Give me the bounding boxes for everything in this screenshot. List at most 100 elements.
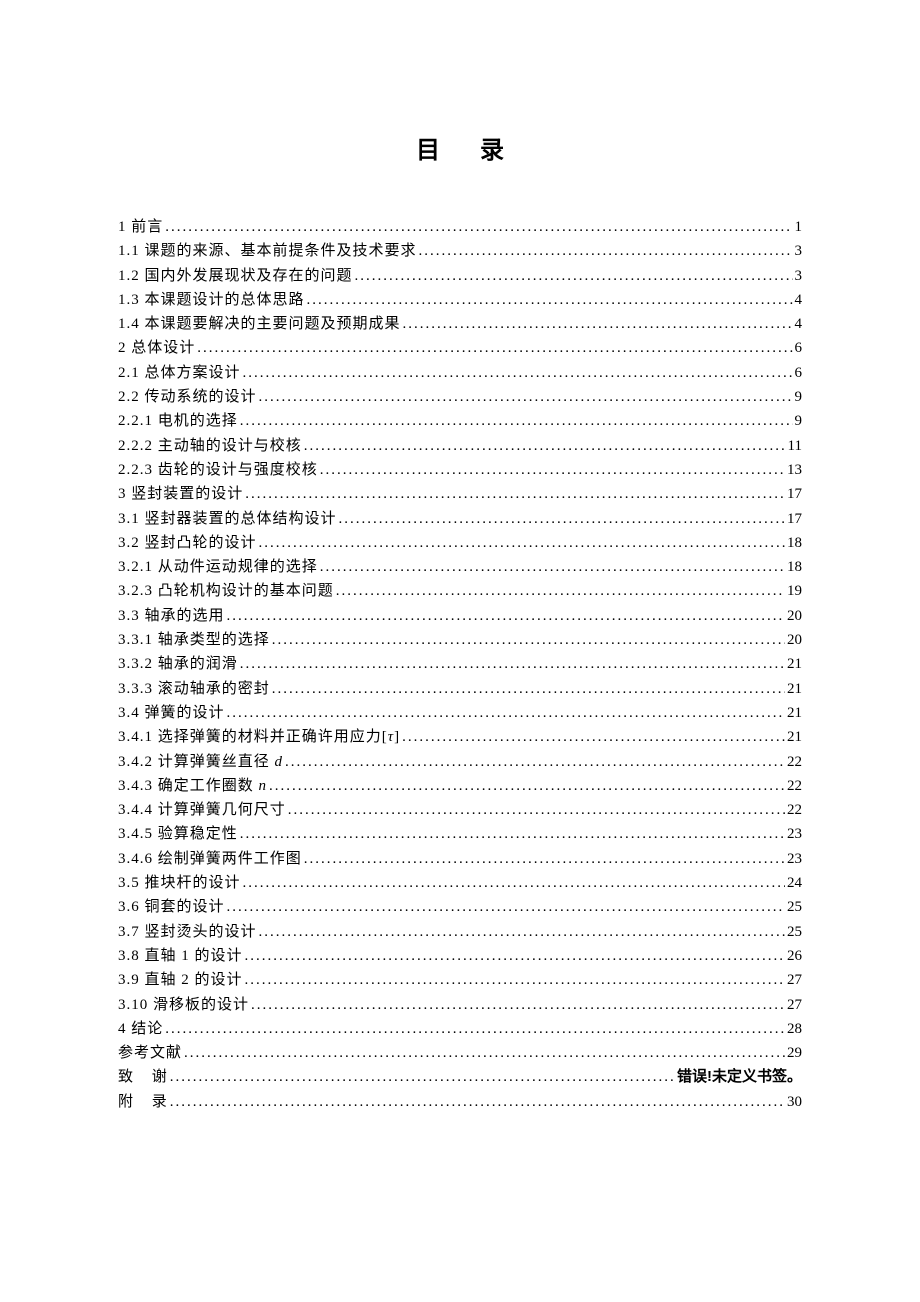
toc-leader-dots [197, 336, 792, 360]
toc-page-number: 22 [787, 798, 802, 822]
toc-leader-dots [355, 264, 793, 288]
toc-page-number: 27 [787, 968, 802, 992]
toc-entry-label: 3.5 推块杆的设计 [118, 871, 241, 895]
toc-entry: 2.2.3 齿轮的设计与强度校核13 [118, 458, 802, 482]
toc-entry-label: 3.3.1 轴承类型的选择 [118, 628, 270, 652]
toc-entry-label: 3.6 铜套的设计 [118, 895, 225, 919]
toc-page-number: 27 [787, 993, 802, 1017]
toc-leader-dots [245, 944, 785, 968]
toc-entry-label: 3.4 弹簧的设计 [118, 701, 225, 725]
toc-entry-label: 1.4 本课题要解决的主要问题及预期成果 [118, 312, 401, 336]
toc-leader-dots [285, 750, 785, 774]
toc-page-number: 20 [787, 604, 802, 628]
toc-entry-label: 3.3 轴承的选用 [118, 604, 225, 628]
toc-leader-dots [240, 652, 785, 676]
toc-page-number: 25 [787, 895, 802, 919]
toc-page-number: 21 [787, 677, 802, 701]
toc-entry-label: 3.4.6 绘制弹簧两件工作图 [118, 847, 302, 871]
toc-leader-dots [304, 434, 786, 458]
toc-leader-dots [227, 895, 785, 919]
toc-entry-label: 3.2.1 从动件运动规律的选择 [118, 555, 318, 579]
toc-page-number: 24 [787, 871, 802, 895]
toc-page-number: 28 [787, 1017, 802, 1041]
toc-page-number: 26 [787, 944, 802, 968]
toc-entry-label: 3.3.3 滚动轴承的密封 [118, 677, 270, 701]
toc-leader-dots [259, 531, 785, 555]
toc-entry: 3.4.6 绘制弹簧两件工作图23 [118, 847, 802, 871]
toc-leader-dots [227, 701, 785, 725]
table-of-contents: 1 前言11.1 课题的来源、基本前提条件及技术要求31.2 国内外发展现状及存… [118, 215, 802, 1114]
toc-leader-dots [419, 239, 793, 263]
toc-leader-dots [243, 871, 785, 895]
toc-leader-dots [240, 822, 785, 846]
toc-entry: 致 谢错误!未定义书签。 [118, 1065, 802, 1089]
toc-entry: 3.3.3 滚动轴承的密封 21 [118, 677, 802, 701]
toc-entry-label: 2.2.1 电机的选择 [118, 409, 238, 433]
toc-entry-label: 3.1 竖封器装置的总体结构设计 [118, 507, 337, 531]
toc-entry: 2.2 传动系统的设计 9 [118, 385, 802, 409]
toc-entry: 2.1 总体方案设计6 [118, 361, 802, 385]
toc-leader-dots [320, 458, 785, 482]
toc-leader-dots [272, 628, 785, 652]
toc-entry: 3.4.2 计算弹簧丝直径 d22 [118, 750, 802, 774]
toc-entry: 3.2.3 凸轮机构设计的基本问题 19 [118, 579, 802, 603]
toc-entry-label: 3.10 滑移板的设计 [118, 993, 249, 1017]
toc-leader-dots [320, 555, 785, 579]
toc-leader-dots [304, 847, 785, 871]
toc-entry-label: 致 谢 [118, 1065, 168, 1089]
toc-entry: 3.2.1 从动件运动规律的选择 18 [118, 555, 802, 579]
toc-leader-dots [269, 774, 785, 798]
toc-page-number: 6 [795, 361, 803, 385]
toc-entry-label: 3.2.3 凸轮机构设计的基本问题 [118, 579, 334, 603]
toc-entry: 3.4.3 确定工作圈数 n22 [118, 774, 802, 798]
toc-page-number: 11 [788, 434, 802, 458]
toc-leader-dots [240, 409, 793, 433]
toc-entry: 3.3 轴承的选用 20 [118, 604, 802, 628]
toc-entry-label: 参考文献 [118, 1041, 182, 1065]
toc-page-number: 19 [787, 579, 802, 603]
toc-entry: 4 结论28 [118, 1017, 802, 1041]
toc-entry: 3.3.1 轴承类型的选择20 [118, 628, 802, 652]
toc-page-number: 4 [795, 288, 803, 312]
toc-entry: 3.8 直轴 1 的设计 26 [118, 944, 802, 968]
toc-entry-label: 2.2.2 主动轴的设计与校核 [118, 434, 302, 458]
toc-page-number: 21 [787, 725, 802, 749]
toc-page-number: 9 [795, 385, 803, 409]
toc-page-number: 17 [787, 482, 802, 506]
toc-page-number: 22 [787, 750, 802, 774]
toc-page-number: 4 [795, 312, 803, 336]
toc-entry: 2.2.2 主动轴的设计与校核 11 [118, 434, 802, 458]
toc-page-number: 18 [787, 555, 802, 579]
toc-entry-label: 3 竖封装置的设计 [118, 482, 243, 506]
toc-leader-dots [259, 385, 793, 409]
toc-page-number: 18 [787, 531, 802, 555]
toc-leader-dots [339, 507, 785, 531]
toc-entry-label: 1 前言 [118, 215, 163, 239]
toc-entry: 3.4.5 验算稳定性23 [118, 822, 802, 846]
toc-leader-dots [245, 482, 785, 506]
toc-entry-label: 2.2 传动系统的设计 [118, 385, 257, 409]
toc-leader-dots [165, 215, 792, 239]
toc-leader-dots [170, 1065, 675, 1089]
toc-page-number: 13 [787, 458, 802, 482]
toc-entry-label: 3.3.2 轴承的润滑 [118, 652, 238, 676]
toc-leader-dots [170, 1090, 785, 1114]
toc-entry: 1.4 本课题要解决的主要问题及预期成果 4 [118, 312, 802, 336]
toc-entry-label: 3.7 竖封烫头的设计 [118, 920, 257, 944]
toc-title: 目录 [118, 130, 802, 165]
toc-entry: 2.2.1 电机的选择 9 [118, 409, 802, 433]
toc-entry-label: 3.8 直轴 1 的设计 [118, 944, 243, 968]
toc-leader-dots [184, 1041, 785, 1065]
toc-entry: 3.1 竖封器装置的总体结构设计17 [118, 507, 802, 531]
toc-entry-label: 3.9 直轴 2 的设计 [118, 968, 243, 992]
toc-entry-label: 3.2 竖封凸轮的设计 [118, 531, 257, 555]
toc-page-number: 29 [787, 1041, 802, 1065]
toc-entry: 1.1 课题的来源、基本前提条件及技术要求3 [118, 239, 802, 263]
toc-page-number: 25 [787, 920, 802, 944]
toc-entry: 3.10 滑移板的设计 27 [118, 993, 802, 1017]
toc-entry-label: 1.2 国内外发展现状及存在的问题 [118, 264, 353, 288]
toc-page-number: 9 [795, 409, 803, 433]
toc-entry: 附 录30 [118, 1090, 802, 1114]
toc-entry: 2 总体设计6 [118, 336, 802, 360]
toc-entry: 3.3.2 轴承的润滑21 [118, 652, 802, 676]
